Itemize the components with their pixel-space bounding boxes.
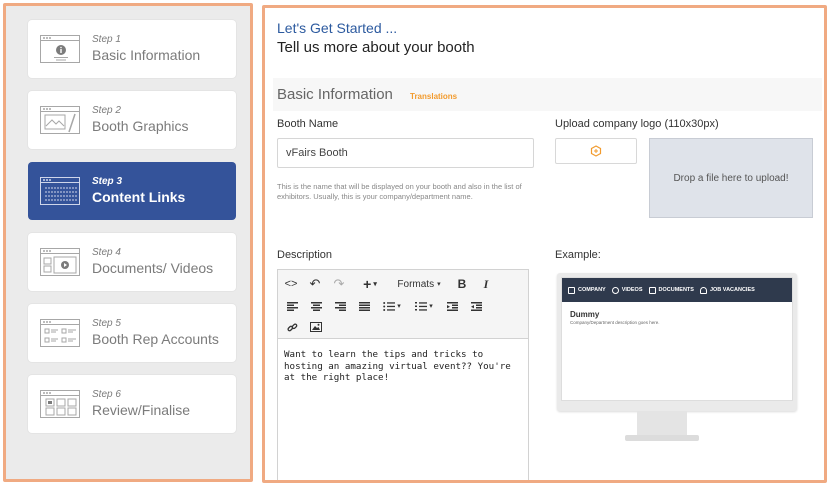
link-icon[interactable]	[284, 319, 300, 335]
page-title: Let's Get Started ...	[277, 20, 398, 36]
upload-logo-button[interactable]	[555, 138, 637, 164]
step-label: Basic Information	[92, 47, 201, 63]
step-4-documents-videos[interactable]: Step 4 Documents/ Videos	[28, 233, 236, 291]
example-nav-company: COMPANY	[568, 286, 606, 294]
example-preview-screen: COMPANY VIDEOS DOCUMENTS JOB VACANCIES D…	[561, 277, 793, 401]
page-subtitle: Tell us more about your booth	[277, 39, 475, 56]
step-label: Booth Rep Accounts	[92, 331, 219, 347]
example-label: Example:	[555, 249, 601, 261]
steps-sidebar: Step 1 Basic Information Step 2 Booth Gr…	[3, 3, 253, 482]
booth-name-help: This is the name that will be displayed …	[277, 182, 522, 201]
hexagon-upload-icon	[590, 145, 602, 157]
step-number: Step 6	[92, 389, 121, 400]
example-nav-documents: DOCUMENTS	[648, 286, 694, 294]
accounts-window-icon	[40, 319, 80, 347]
outdent-icon[interactable]	[444, 298, 460, 314]
booth-setup-page: Step 1 Basic Information Step 2 Booth Gr…	[0, 0, 829, 485]
step-5-booth-rep-accounts[interactable]: Step 5 Booth Rep Accounts	[28, 304, 236, 362]
step-number: Step 5	[92, 318, 121, 329]
step-3-content-links[interactable]: Step 3 Content Links	[28, 162, 236, 220]
monitor-base	[625, 435, 699, 441]
main-panel: Let's Get Started ... Tell us more about…	[262, 5, 827, 483]
video-icon	[611, 286, 619, 294]
align-justify-icon[interactable]	[356, 298, 372, 314]
person-icon	[699, 286, 707, 294]
monitor-stand	[637, 411, 687, 435]
info-window-icon	[40, 35, 80, 63]
formats-dropdown[interactable]: Formats ▾	[392, 276, 446, 292]
redo-icon[interactable]: ↷	[331, 276, 347, 292]
insert-plus-icon[interactable]: + ▾	[358, 276, 382, 292]
step-number: Step 3	[92, 176, 123, 187]
document-icon	[648, 286, 656, 294]
step-label: Content Links	[92, 189, 186, 205]
step-1-basic-information[interactable]: Step 1 Basic Information	[28, 20, 236, 78]
step-number: Step 2	[92, 105, 121, 116]
bullet-list-icon[interactable]: ▾	[380, 298, 404, 314]
italic-icon[interactable]: I	[478, 276, 494, 292]
links-window-icon	[40, 177, 80, 205]
upload-logo-label: Upload company logo (110x30px)	[555, 118, 719, 130]
step-label: Documents/ Videos	[92, 260, 214, 276]
dropzone-text: Drop a file here to upload!	[673, 172, 789, 184]
numbered-list-icon[interactable]: ▾	[412, 298, 436, 314]
step-label: Booth Graphics	[92, 118, 189, 134]
example-preview-monitor: COMPANY VIDEOS DOCUMENTS JOB VACANCIES D…	[557, 273, 797, 411]
align-center-icon[interactable]	[308, 298, 324, 314]
graphics-window-icon	[40, 106, 80, 134]
description-text[interactable]: Want to learn the tips and tricks to hos…	[284, 349, 522, 384]
example-nav-videos: VIDEOS	[611, 286, 643, 294]
step-number: Step 1	[92, 34, 121, 45]
step-6-review-finalise[interactable]: Step 6 Review/Finalise	[28, 375, 236, 433]
source-code-icon[interactable]: <>	[283, 276, 299, 292]
video-window-icon	[40, 248, 80, 276]
booth-name-label: Booth Name	[277, 118, 339, 130]
undo-icon[interactable]: ↶	[307, 276, 323, 292]
editor-toolbar: <> ↶ ↷ + ▾ Formats ▾ B I ▾ ▾	[278, 270, 528, 339]
example-nav-jobs: JOB VACANCIES	[699, 286, 755, 294]
translations-link[interactable]: Translations	[410, 92, 457, 101]
step-number: Step 4	[92, 247, 121, 258]
step-label: Review/Finalise	[92, 402, 191, 418]
formats-label: Formats	[397, 278, 435, 290]
chevron-down-icon: ▾	[437, 281, 441, 288]
step-2-booth-graphics[interactable]: Step 2 Booth Graphics	[28, 91, 236, 149]
align-right-icon[interactable]	[332, 298, 348, 314]
bold-icon[interactable]: B	[454, 276, 470, 292]
logo-dropzone[interactable]: Drop a file here to upload!	[649, 138, 813, 218]
review-window-icon	[40, 390, 80, 418]
example-nav-bar: COMPANY VIDEOS DOCUMENTS JOB VACANCIES	[562, 278, 792, 302]
indent-icon[interactable]	[468, 298, 484, 314]
example-title: Dummy	[570, 310, 600, 319]
image-icon[interactable]	[308, 319, 324, 335]
align-left-icon[interactable]	[284, 298, 300, 314]
description-label: Description	[277, 249, 333, 261]
example-description: Company/Department description goes here…	[570, 320, 660, 325]
booth-name-input[interactable]	[277, 138, 534, 168]
section-title: Basic Information	[277, 86, 393, 103]
description-editor[interactable]: <> ↶ ↷ + ▾ Formats ▾ B I ▾ ▾ Want to learn…	[277, 269, 529, 480]
company-icon	[568, 286, 575, 294]
